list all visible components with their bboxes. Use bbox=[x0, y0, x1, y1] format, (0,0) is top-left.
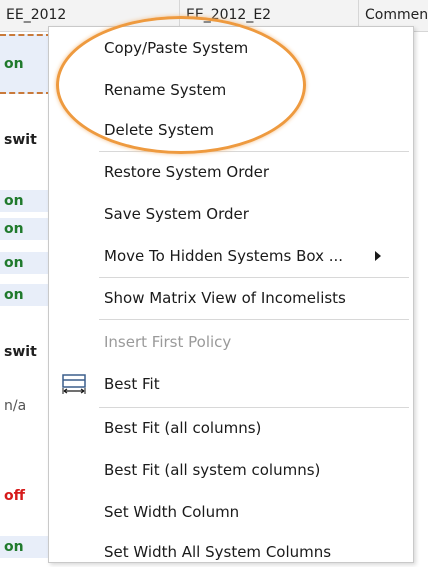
menu-separator bbox=[99, 277, 409, 278]
grid-cell[interactable]: swit bbox=[0, 124, 52, 156]
grid-cell[interactable]: n/a bbox=[0, 394, 52, 418]
menu-item-restore-system-order[interactable]: Restore System Order bbox=[49, 157, 413, 187]
menu-item-best-fit-all-system-columns[interactable]: Best Fit (all system columns) bbox=[49, 455, 413, 485]
grid-cell[interactable]: on bbox=[0, 252, 52, 274]
context-menu: Copy/Paste System Rename System Delete S… bbox=[48, 26, 414, 563]
menu-item-insert-first-policy[interactable]: Insert First Policy bbox=[49, 327, 413, 357]
menu-item-best-fit[interactable]: Best Fit bbox=[49, 369, 413, 399]
menu-item-copy-paste-system[interactable]: Copy/Paste System bbox=[49, 33, 413, 63]
grid-cell[interactable]: on bbox=[0, 284, 52, 306]
grid-cell[interactable]: swit bbox=[0, 340, 52, 364]
grid-cell[interactable]: on bbox=[0, 34, 52, 94]
menu-item-save-system-order[interactable]: Save System Order bbox=[49, 199, 413, 229]
chevron-right-icon bbox=[375, 251, 381, 261]
menu-separator bbox=[99, 407, 409, 408]
menu-separator bbox=[99, 151, 409, 152]
grid-cell[interactable]: on bbox=[0, 218, 52, 240]
column-width-icon bbox=[62, 374, 86, 394]
menu-item-rename-system[interactable]: Rename System bbox=[49, 75, 413, 105]
grid-cell[interactable]: off bbox=[0, 484, 52, 508]
menu-item-show-matrix-view[interactable]: Show Matrix View of Incomelists bbox=[49, 283, 413, 313]
menu-item-label: Move To Hidden Systems Box ... bbox=[104, 247, 344, 265]
menu-separator bbox=[99, 319, 409, 320]
menu-item-best-fit-all-columns[interactable]: Best Fit (all columns) bbox=[49, 413, 413, 443]
grid-cell[interactable]: on bbox=[0, 536, 52, 558]
menu-item-label: Best Fit bbox=[104, 375, 160, 393]
menu-item-move-to-hidden-systems-box[interactable]: Move To Hidden Systems Box ... bbox=[49, 241, 413, 271]
menu-item-delete-system[interactable]: Delete System bbox=[49, 115, 413, 145]
menu-item-set-width-column[interactable]: Set Width Column bbox=[49, 497, 413, 527]
grid-cell[interactable]: on bbox=[0, 190, 52, 212]
